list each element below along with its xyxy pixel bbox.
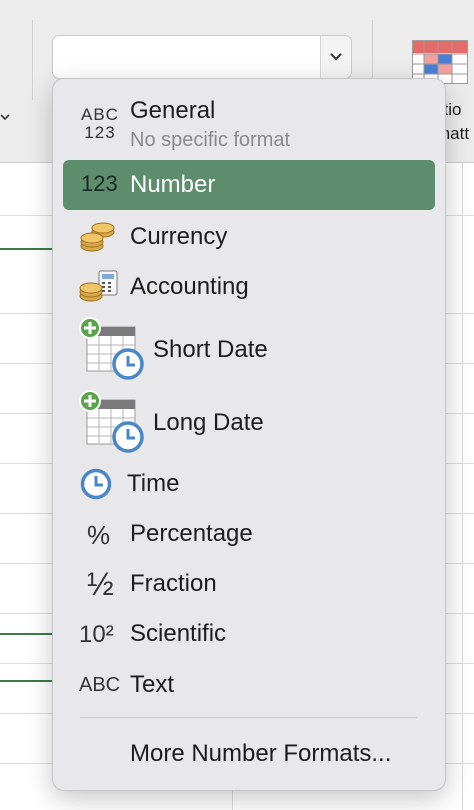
menu-divider	[80, 717, 417, 718]
menu-item-short-date[interactable]: Short Date	[63, 315, 435, 383]
fraction-icon: ½	[87, 566, 114, 602]
chevron-down-icon	[330, 53, 342, 61]
menu-item-label: Fraction	[130, 570, 217, 597]
menu-item-sublabel: No specific format	[130, 129, 291, 151]
menu-item-label: Time	[127, 470, 180, 497]
number-format-menu: ABC 123 General No specific format 123 Nu…	[52, 78, 446, 791]
menu-item-label: Number	[130, 171, 216, 198]
menu-item-label: Currency	[130, 223, 228, 250]
menu-item-more-number-formats[interactable]: More Number Formats...	[63, 731, 435, 777]
calendar-clock-icon	[79, 390, 144, 453]
menu-item-label: Text	[130, 671, 175, 698]
menu-item-scientific[interactable]: 10² Scientific	[63, 611, 435, 657]
menu-item-label: General	[130, 97, 216, 124]
menu-item-label: Accounting	[130, 273, 249, 300]
clock-icon	[80, 468, 112, 500]
menu-item-percentage[interactable]: % Percentage	[63, 511, 435, 557]
abc-123-icon: ABC 123	[81, 105, 119, 142]
chart-line	[0, 248, 52, 250]
menu-item-label: Scientific	[130, 620, 227, 647]
dropdown-arrow-button[interactable]	[320, 36, 351, 78]
menu-item-label: Short Date	[153, 336, 268, 363]
chart-line	[0, 680, 52, 682]
percent-icon: %	[87, 520, 111, 550]
menu-item-currency[interactable]: Currency	[63, 214, 435, 260]
menu-item-long-date[interactable]: Long Date	[63, 388, 435, 456]
chart-line	[0, 633, 52, 635]
coins-icon	[80, 222, 115, 252]
chevron-down-icon[interactable]	[0, 112, 10, 122]
menu-item-time[interactable]: Time	[63, 461, 435, 507]
menu-item-label: More Number Formats...	[130, 740, 392, 767]
grid-column-line	[462, 163, 463, 810]
menu-item-accounting[interactable]: Accounting	[63, 264, 435, 310]
calendar-clock-icon	[79, 317, 144, 380]
menu-item-number[interactable]: 123 Number	[63, 160, 435, 210]
menu-item-general[interactable]: ABC 123 General No specific format	[63, 91, 435, 157]
abc-icon: ABC	[79, 674, 121, 696]
coins-calculator-icon	[79, 270, 118, 302]
menu-item-text[interactable]: ABC Text	[63, 662, 435, 708]
menu-item-label: Long Date	[153, 409, 264, 436]
menu-item-fraction[interactable]: ½ Fraction	[63, 561, 435, 607]
ribbon-separator	[32, 20, 33, 100]
scientific-icon: 10²	[79, 621, 114, 648]
menu-item-label: Percentage	[130, 520, 253, 547]
number-format-combobox[interactable]	[52, 35, 352, 79]
number-123-icon: 123	[81, 171, 118, 196]
